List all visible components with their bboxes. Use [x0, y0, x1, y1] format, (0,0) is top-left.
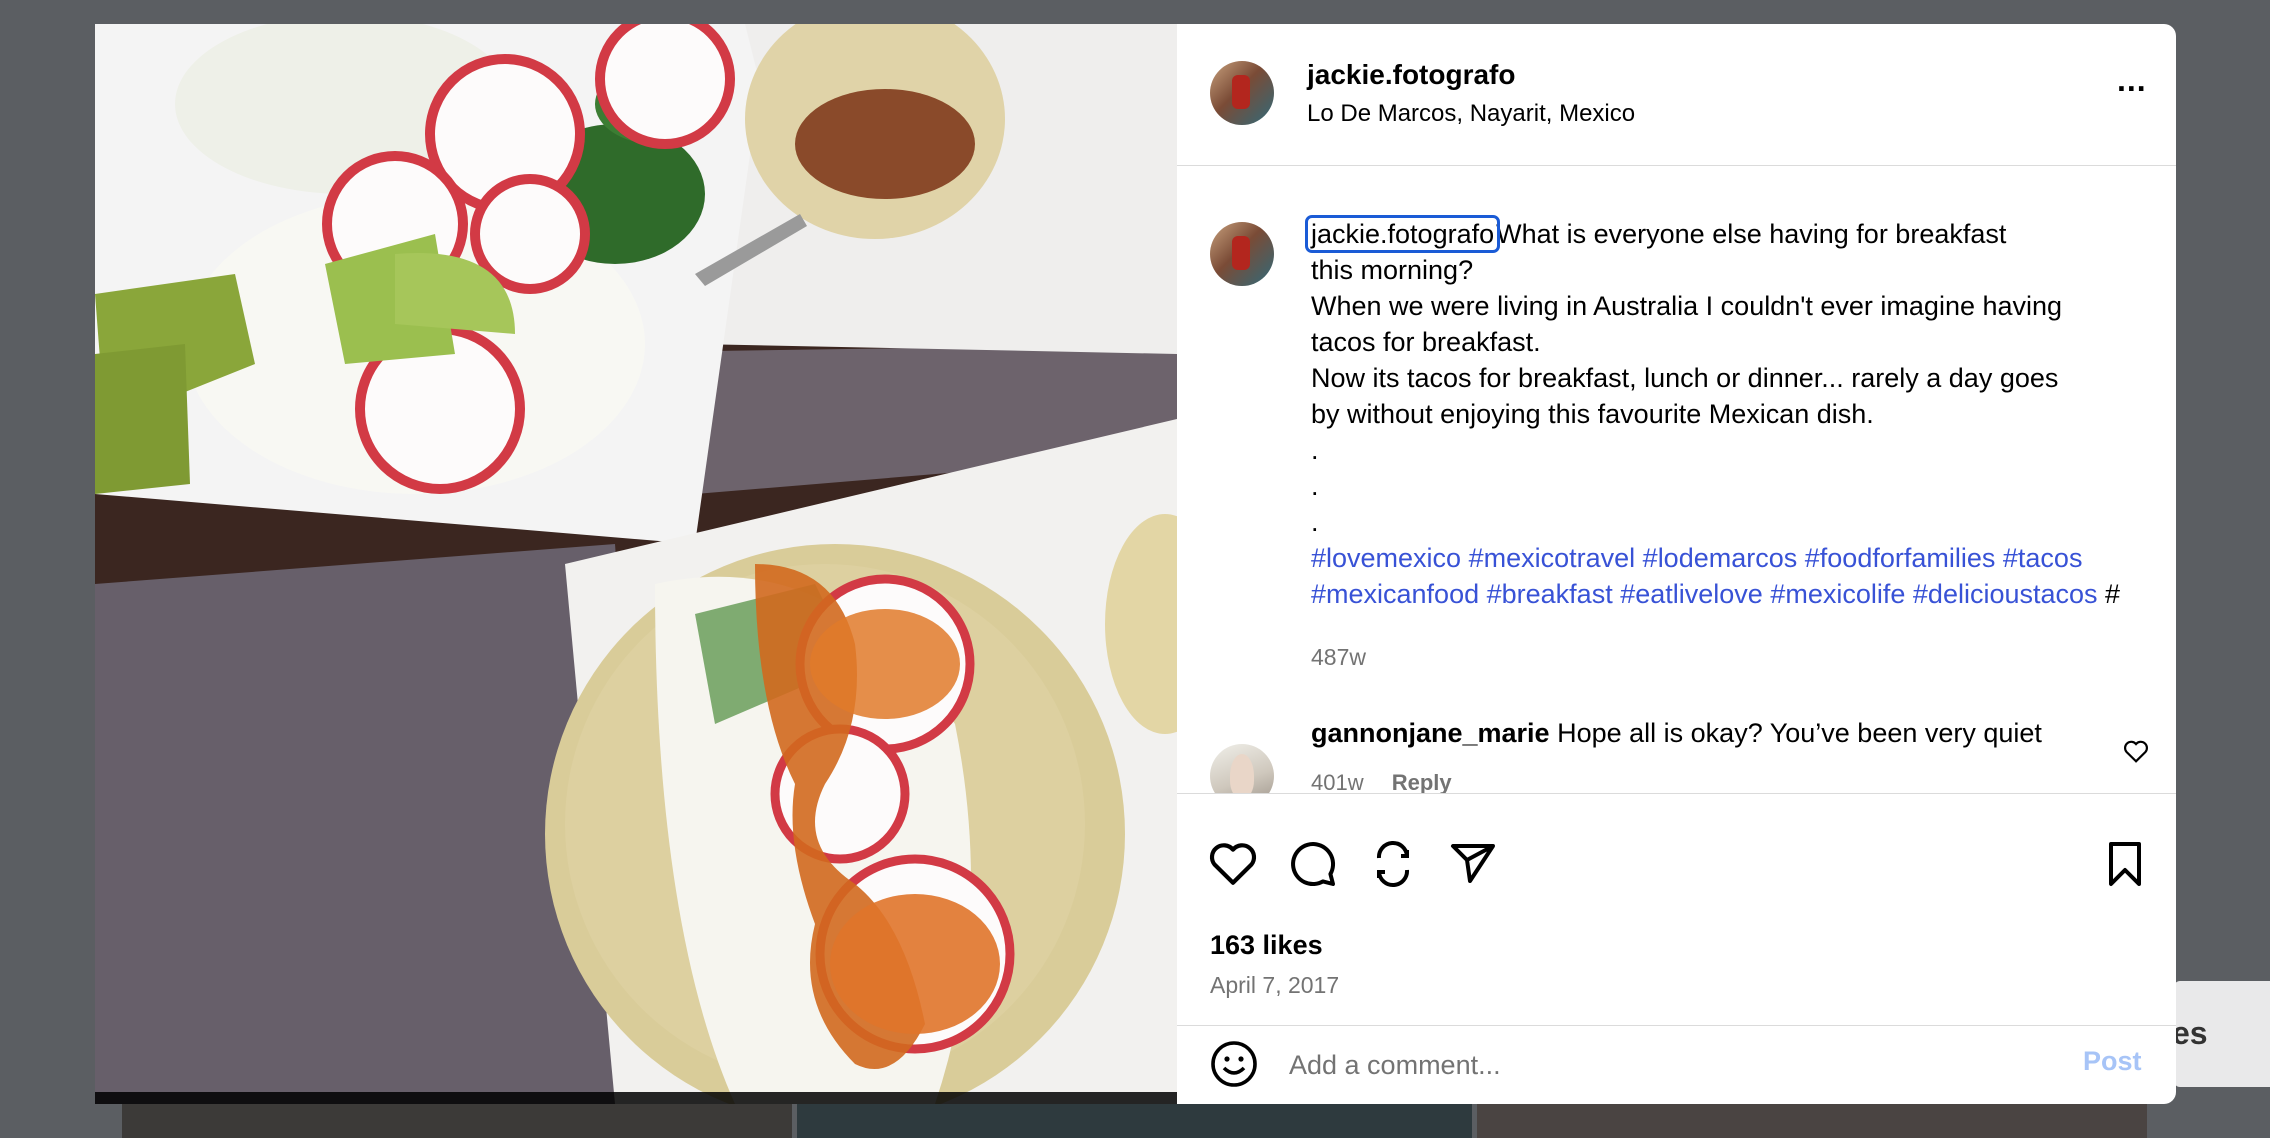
hashtag-link[interactable]: #lovemexico — [1311, 543, 1461, 573]
caption-line: by without enjoying this favourite Mexic… — [1311, 399, 1874, 429]
caption-line: What is everyone else having for breakfa… — [1496, 219, 2007, 249]
bookmark-icon[interactable] — [2103, 840, 2147, 888]
author-avatar[interactable] — [1210, 61, 1274, 125]
caption-line: Now its tacos for breakfast, lunch or di… — [1311, 363, 2059, 393]
add-comment-bar: Post — [1177, 1024, 2176, 1104]
caption-line: this morning? — [1311, 255, 1474, 285]
hashtag-link[interactable]: #breakfast — [1487, 579, 1613, 609]
caption-dot: . — [1311, 435, 1319, 465]
caption-line: tacos for breakfast. — [1311, 327, 1541, 357]
comment-input[interactable] — [1287, 1042, 1971, 1088]
caption-avatar[interactable] — [1210, 222, 1274, 286]
hashtag-list: #lovemexico #mexicotravel #lodemarcos #f… — [1311, 540, 2131, 612]
hashtag-link[interactable]: #mexicolife — [1770, 579, 1905, 609]
caption-username[interactable]: jackie.fotografo — [1304, 215, 1501, 253]
likes-count[interactable]: 163 likes — [1210, 930, 1323, 961]
hashtag-link[interactable]: #lodemarcos — [1643, 543, 1798, 573]
comments-section[interactable]: jackie.fotografoWhat is everyone else ha… — [1177, 166, 2176, 793]
post-caption: jackie.fotografoWhat is everyone else ha… — [1304, 215, 2131, 612]
caption-dot: . — [1311, 507, 1319, 537]
background-card: es — [2172, 981, 2270, 1087]
share-icon[interactable] — [1449, 840, 1497, 888]
action-bar: 163 likes April 7, 2017 — [1177, 793, 2176, 1026]
post-photo[interactable] — [95, 24, 1177, 1104]
post-location[interactable]: Lo De Marcos, Nayarit, Mexico — [1307, 100, 1635, 128]
more-icon[interactable]: ... — [2117, 64, 2147, 96]
hashtag-link[interactable]: #mexicanfood — [1311, 579, 1479, 609]
caption-line: When we were living in Australia I could… — [1311, 291, 2063, 321]
background-thumbnail — [797, 1103, 1472, 1138]
caption-timestamp[interactable]: 487w — [1311, 644, 1366, 671]
post-date[interactable]: April 7, 2017 — [1210, 972, 1339, 999]
commenter-username[interactable]: gannonjane_marie — [1311, 718, 1550, 748]
caption-dot: . — [1311, 471, 1319, 501]
repost-icon[interactable] — [1369, 840, 1417, 888]
hashtag-link[interactable]: #delicioustacos — [1913, 579, 2098, 609]
post-button[interactable]: Post — [2083, 1046, 2142, 1077]
hashtag-link[interactable]: #mexicotravel — [1469, 543, 1636, 573]
caption-trailing-hash: # — [2105, 579, 2121, 609]
emoji-icon[interactable] — [1210, 1040, 1258, 1088]
reply-button[interactable]: Reply — [1392, 770, 1452, 793]
comment-like-icon[interactable] — [2123, 739, 2149, 763]
background-thumbnail — [1477, 1103, 2147, 1138]
hashtag-link[interactable]: #tacos — [2003, 543, 2083, 573]
post-header: jackie.fotografo Lo De Marcos, Nayarit, … — [1177, 24, 2176, 166]
comment-body: Hope all is okay? You’ve been very quiet — [1557, 718, 2042, 748]
comment-meta: 401w Reply — [1311, 770, 1452, 793]
comment-text: gannonjane_marie Hope all is okay? You’v… — [1311, 718, 2071, 749]
post-details-panel: jackie.fotografo Lo De Marcos, Nayarit, … — [1177, 24, 2176, 1104]
background-thumbnail — [122, 1103, 792, 1138]
heart-icon[interactable] — [1208, 840, 1258, 886]
hashtag-link[interactable]: #foodforfamilies — [1805, 543, 1996, 573]
hashtag-link[interactable]: #eatlivelove — [1620, 579, 1763, 609]
comment-timestamp[interactable]: 401w — [1311, 770, 1364, 793]
comment-icon[interactable] — [1289, 840, 1337, 888]
commenter-avatar[interactable] — [1210, 744, 1274, 793]
author-username[interactable]: jackie.fotografo — [1307, 59, 1515, 91]
